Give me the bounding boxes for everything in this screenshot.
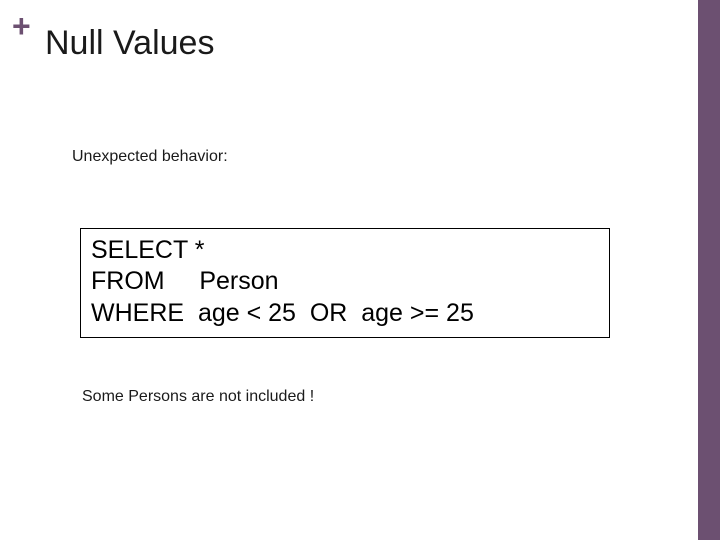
sql-code-box: SELECT * FROM Person WHERE age < 25 OR a… bbox=[80, 228, 610, 338]
plus-icon: + bbox=[12, 10, 31, 42]
sql-line-3: WHERE age < 25 OR age >= 25 bbox=[91, 298, 599, 329]
decorative-side-stripe bbox=[698, 0, 720, 540]
subtitle-text: Unexpected behavior: bbox=[72, 148, 228, 166]
sql-line-1: SELECT * bbox=[91, 235, 599, 266]
slide-title: Null Values bbox=[45, 24, 214, 63]
sql-line-2: FROM Person bbox=[91, 266, 599, 297]
footnote-text: Some Persons are not included ! bbox=[82, 388, 314, 406]
